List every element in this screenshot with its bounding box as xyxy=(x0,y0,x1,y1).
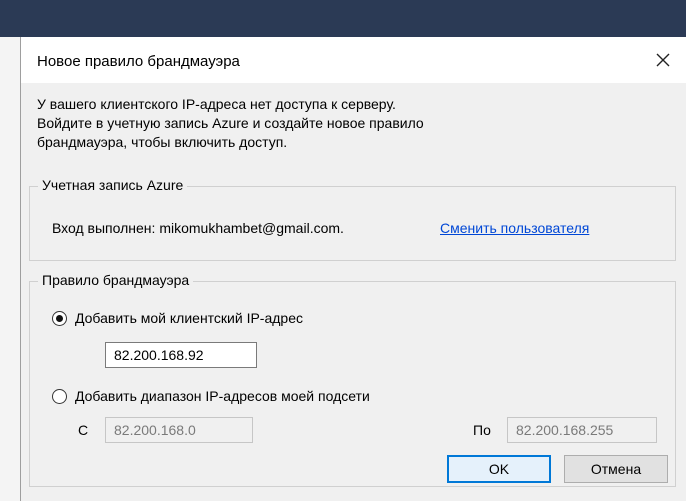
dialog-title: Новое правило брандмауэра xyxy=(37,53,240,70)
range-from-label: С xyxy=(78,422,89,438)
background-window-edge xyxy=(0,37,20,501)
radio-ip-range-button[interactable] xyxy=(52,388,67,404)
close-icon xyxy=(656,53,670,67)
range-to-input[interactable] xyxy=(507,417,657,443)
dialog-titlebar: Новое правило брандмауэра xyxy=(21,37,686,83)
message-line: Войдите в учетную запись Azure и создайт… xyxy=(37,115,424,131)
radio-client-ip[interactable]: Добавить мой клиентский IP-адрес xyxy=(52,310,303,326)
azure-account-group: Учетная запись Azure Вход выполнен: miko… xyxy=(29,177,676,261)
client-ip-input[interactable] xyxy=(105,342,257,368)
firewall-rule-legend: Правило брандмауэра xyxy=(38,272,194,288)
message-line: брандмауэра, чтобы включить доступ. xyxy=(37,134,288,150)
radio-client-ip-button[interactable] xyxy=(52,310,67,326)
range-from-input[interactable] xyxy=(105,417,253,443)
range-to-label: По xyxy=(473,422,491,438)
ok-button[interactable]: OK xyxy=(447,455,551,483)
dialog-message: У вашего клиентского IP-адреса нет досту… xyxy=(37,95,557,152)
background-window-header xyxy=(0,0,686,37)
radio-ip-range[interactable]: Добавить диапазон IP-адресов моей подсет… xyxy=(52,388,370,404)
message-line: У вашего клиентского IP-адреса нет досту… xyxy=(37,96,396,112)
radio-client-ip-label: Добавить мой клиентский IP-адрес xyxy=(75,310,303,326)
azure-account-legend: Учетная запись Azure xyxy=(38,177,188,193)
close-button[interactable] xyxy=(640,37,686,83)
firewall-rule-dialog: Новое правило брандмауэра У вашего клиен… xyxy=(20,37,686,501)
cancel-button[interactable]: Отмена xyxy=(564,455,668,483)
signed-in-text: Вход выполнен: mikomukhambet@gmail.com. xyxy=(52,220,344,236)
radio-ip-range-label: Добавить диапазон IP-адресов моей подсет… xyxy=(75,388,370,404)
switch-user-link[interactable]: Сменить пользователя xyxy=(440,220,589,236)
